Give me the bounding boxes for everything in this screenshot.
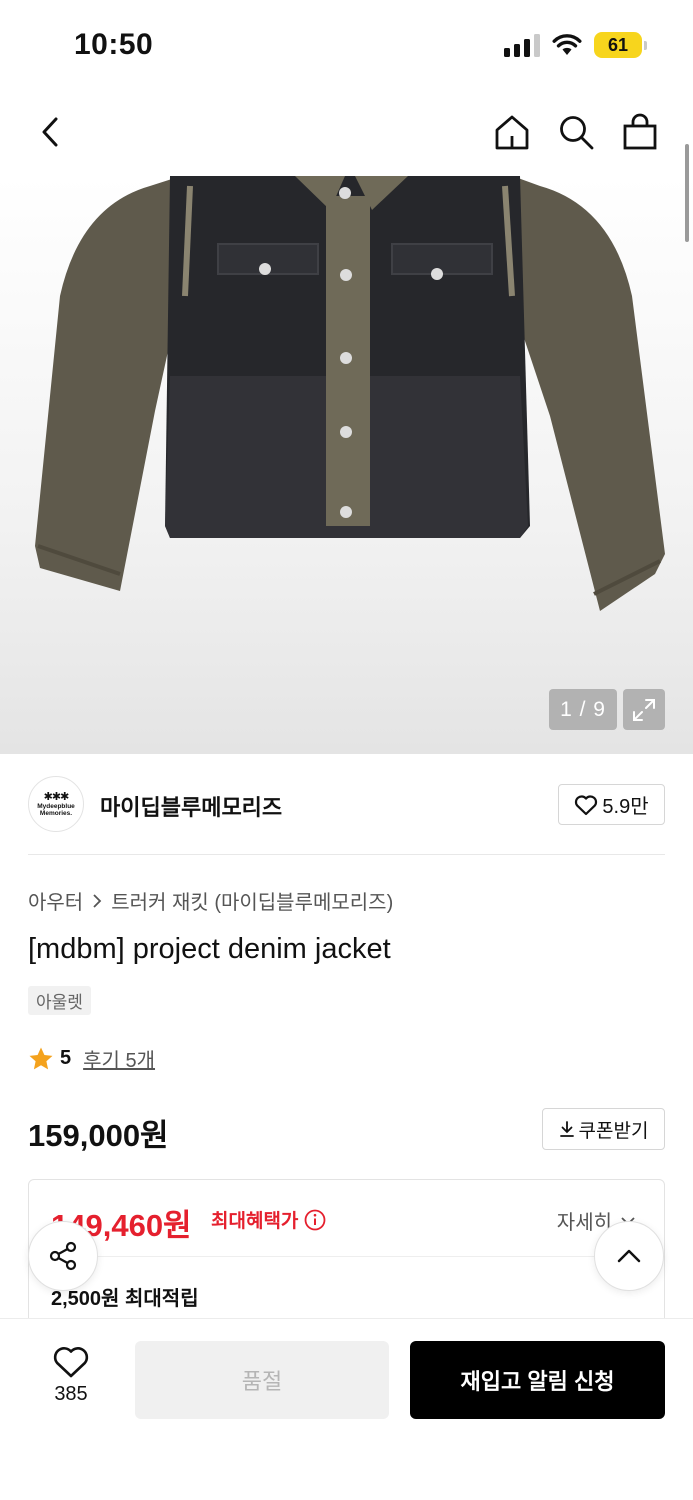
brand-like-count: 5.9만 — [602, 796, 649, 818]
brand-logo[interactable]: ✱✱✱ Mydeepblue Memories. — [28, 776, 84, 832]
scrollbar[interactable] — [685, 144, 689, 242]
status-bar: 10:50 61 — [0, 0, 693, 92]
wifi-icon — [552, 34, 582, 55]
star-icon — [29, 1047, 53, 1069]
breadcrumb-subcategory[interactable]: 트러커 재킷 (마이딥블루메모리즈) — [111, 886, 393, 915]
back-button[interactable] — [28, 110, 72, 154]
search-button[interactable] — [554, 110, 598, 154]
expand-icon — [633, 698, 655, 721]
wishlist-button[interactable]: 385 — [38, 1345, 104, 1406]
brand-name[interactable]: 마이딥블루메모리즈 — [100, 790, 282, 822]
benefit-box: 149,460원 최대혜택가 자세히 2,500원 최대적립 — [28, 1179, 665, 1339]
chevron-right-icon — [93, 893, 102, 908]
benefit-divider — [51, 1256, 644, 1257]
product-title: [mdbm] project denim jacket — [28, 933, 391, 965]
share-icon — [49, 1241, 77, 1271]
outlet-tag: 아울렛 — [28, 986, 91, 1015]
max-benefit-label: 최대혜택가 — [211, 1206, 326, 1233]
restock-notify-button[interactable]: 재입고 알림 신청 — [410, 1341, 665, 1419]
wishlist-count: 385 — [54, 1383, 88, 1405]
rating: 5 후기 5개 — [28, 1044, 155, 1073]
soldout-button[interactable]: 품절 — [135, 1341, 389, 1419]
info-icon[interactable] — [304, 1209, 326, 1231]
cart-button[interactable] — [618, 110, 662, 154]
reviews-link[interactable]: 후기 5개 — [83, 1044, 155, 1073]
jacket-illustration — [35, 176, 665, 611]
breadcrumb: 아우터 트러커 재킷 (마이딥블루메모리즈) — [28, 886, 393, 915]
brand-like-button[interactable]: 5.9만 — [558, 784, 665, 825]
product-price: 159,000원 — [28, 1118, 169, 1153]
rating-score: 5 — [60, 1047, 72, 1069]
download-icon — [559, 1121, 574, 1137]
home-button[interactable] — [490, 110, 534, 154]
status-icons: 61 — [504, 32, 647, 58]
image-counter: 1 / 9 — [549, 689, 617, 730]
coupon-button[interactable]: 쿠폰받기 — [542, 1108, 665, 1150]
product-image[interactable]: 1 / 9 — [0, 176, 693, 754]
home-icon — [495, 115, 529, 150]
search-icon — [560, 116, 594, 150]
expand-image-button[interactable] — [623, 689, 665, 730]
shopping-bag-icon — [623, 113, 657, 150]
chevron-left-icon — [42, 117, 58, 147]
chevron-up-icon — [617, 1249, 641, 1263]
brand-row[interactable]: ✱✱✱ Mydeepblue Memories. 마이딥블루메모리즈 5.9만 — [28, 776, 665, 834]
breadcrumb-category[interactable]: 아우터 — [28, 886, 83, 915]
heart-icon — [575, 794, 598, 815]
bottom-action-bar: 385 품절 재입고 알림 신청 — [0, 1318, 693, 1500]
coupon-label: 쿠폰받기 — [578, 1120, 649, 1142]
cellular-signal-icon — [504, 33, 540, 57]
divider — [28, 854, 665, 855]
heart-icon — [53, 1347, 89, 1378]
top-nav — [0, 92, 693, 176]
scroll-to-top-button[interactable] — [594, 1221, 664, 1291]
status-time: 10:50 — [74, 28, 154, 61]
battery-icon: 61 — [594, 32, 642, 58]
share-button[interactable] — [28, 1221, 98, 1291]
